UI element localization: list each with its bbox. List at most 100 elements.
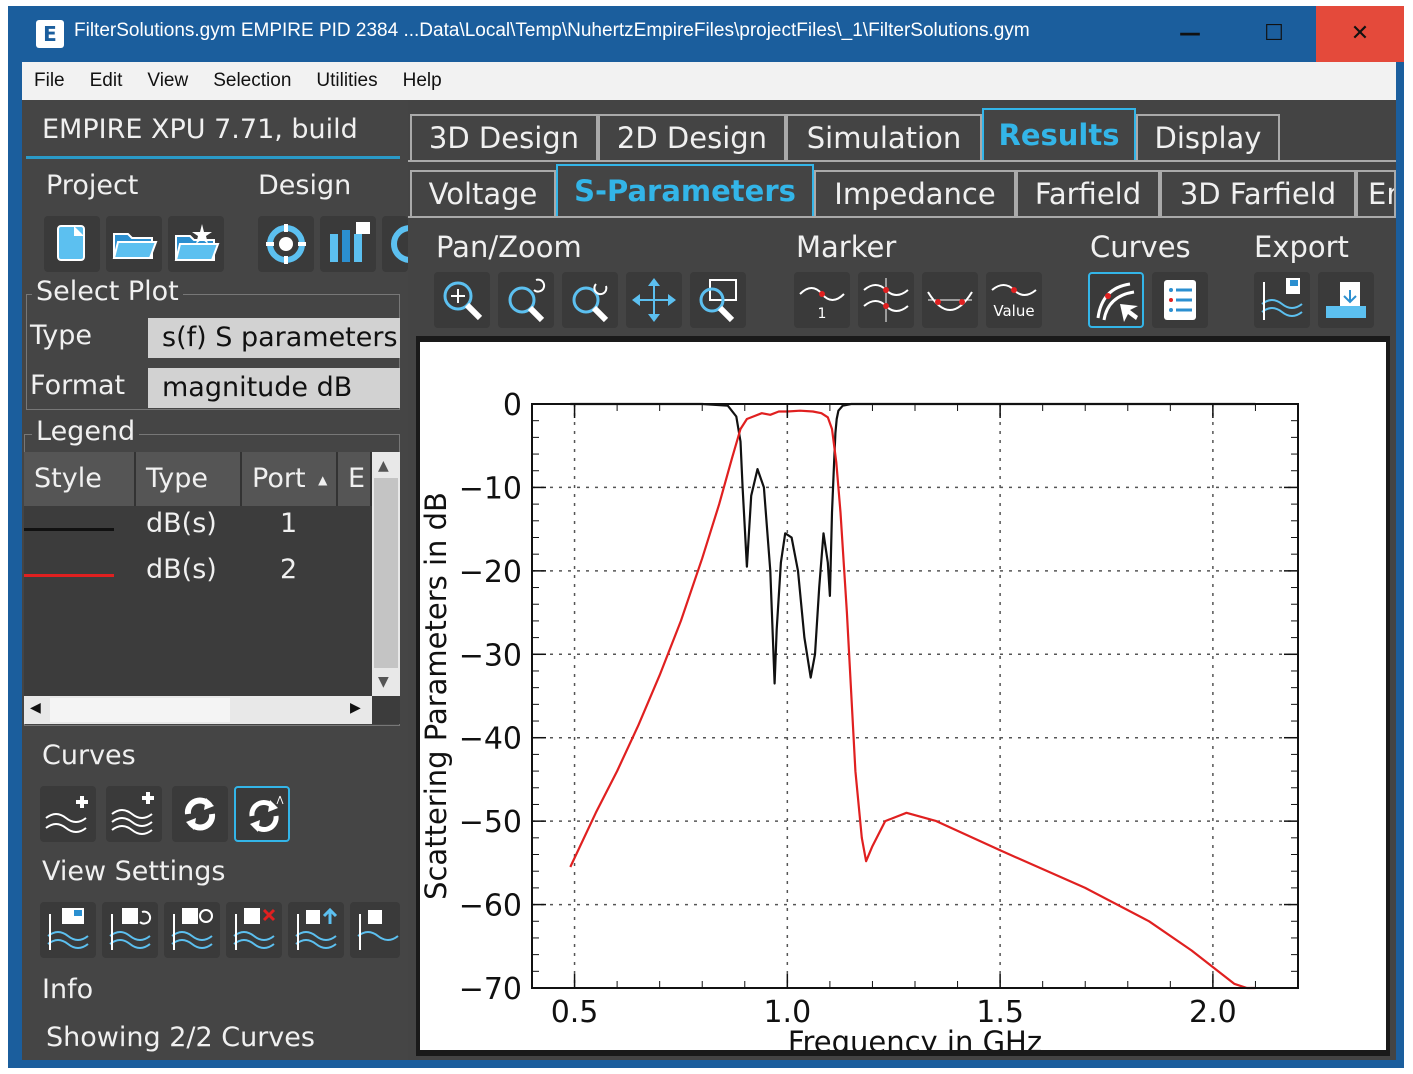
pan-icon[interactable]: [626, 272, 682, 328]
legend-style-line-1: [24, 528, 114, 531]
tab-more[interactable]: En: [1356, 170, 1396, 216]
add-multiple-curves-icon[interactable]: [106, 786, 162, 842]
marker-one-text: 1: [818, 306, 827, 322]
tab-divider: [408, 160, 1396, 162]
type-select[interactable]: s(f) S parameters: [148, 318, 400, 358]
tab-2d-design[interactable]: 2D Design: [598, 114, 786, 160]
application-window: E FilterSolutions.gym EMPIRE PID 2384 ..…: [8, 6, 1404, 1068]
add-curve-icon[interactable]: [40, 786, 96, 842]
view-settings-sync-icon[interactable]: [164, 902, 220, 958]
marker-value-text: Value: [993, 302, 1034, 320]
zoom-reset-icon[interactable]: [562, 272, 618, 328]
new-project-icon[interactable]: [44, 216, 100, 272]
zoom-window-icon[interactable]: [690, 272, 746, 328]
design-more-icon[interactable]: [382, 216, 408, 272]
legend-label: Legend: [32, 416, 140, 447]
y-tick-label: −10: [459, 471, 522, 506]
auto-refresh-icon[interactable]: [234, 786, 290, 842]
plot-border: [531, 403, 1299, 989]
sort-arrow-icon: ▲: [318, 472, 328, 487]
legend-header-style[interactable]: Style: [24, 452, 136, 506]
scroll-down-icon[interactable]: ▼: [378, 674, 389, 690]
menu-selection[interactable]: Selection: [213, 70, 291, 92]
s-parameter-chart[interactable]: 0.5 1.0 1.5 2.00−10−20−30−40−50−60−70Freque…: [420, 342, 1386, 1050]
y-tick-label: −40: [459, 722, 522, 757]
open-project-icon[interactable]: [106, 216, 162, 272]
menu-utilities[interactable]: Utilities: [316, 70, 377, 92]
scroll-thumb[interactable]: [374, 478, 398, 668]
legend-vertical-scrollbar[interactable]: ▲ ▼: [372, 452, 400, 696]
marker-label: Marker: [796, 230, 897, 264]
zoom-in-icon[interactable]: [434, 272, 490, 328]
design-components-icon[interactable]: [320, 216, 376, 272]
curve-select-icon[interactable]: [1088, 272, 1144, 328]
marker-single-icon[interactable]: 1: [794, 272, 850, 328]
tab-3d-design[interactable]: 3D Design: [410, 114, 598, 160]
legend-table: Style Type Port ▲ E dB(s) 1 dB(s) 2 ▲ ▼ …: [24, 452, 400, 724]
legend-row-2-port: 2: [280, 554, 298, 585]
format-select[interactable]: magnitude dB: [148, 368, 400, 408]
legend-header-e[interactable]: E: [338, 452, 372, 506]
right-panel: 3D Design 2D Design Simulation Results D…: [408, 100, 1396, 1060]
view-settings-more-icon[interactable]: [350, 902, 400, 958]
zoom-fit-icon[interactable]: [498, 272, 554, 328]
curve-list-icon[interactable]: [1152, 272, 1208, 328]
left-panel: EMPIRE XPU 7.71, build Project Design Se…: [22, 100, 408, 1060]
export-image-icon[interactable]: [1318, 272, 1374, 328]
legend-header-port[interactable]: Port ▲: [242, 452, 338, 506]
refresh-curves-icon[interactable]: [172, 786, 228, 842]
x-tick-label: 0.5: [551, 995, 599, 1030]
marker-value-icon[interactable]: Value: [986, 272, 1042, 328]
legend-horizontal-scrollbar[interactable]: ◀ ▶: [24, 696, 372, 724]
curves-label: Curves: [42, 740, 136, 771]
y-axis-label: Scattering Parameters in dB: [420, 492, 453, 900]
y-tick-label: −70: [459, 972, 522, 1007]
tab-farfield[interactable]: Farfield: [1016, 170, 1160, 216]
window-title: FilterSolutions.gym EMPIRE PID 2384 ...D…: [74, 20, 1030, 41]
y-tick-label: −50: [459, 805, 522, 840]
toolbar-curves-label: Curves: [1090, 230, 1191, 264]
minimize-button[interactable]: —: [1148, 6, 1232, 62]
view-settings-label: View Settings: [42, 856, 226, 887]
menu-file[interactable]: File: [34, 70, 65, 92]
tab-simulation[interactable]: Simulation: [786, 114, 982, 160]
legend-style-line-2: [24, 574, 114, 577]
series-line-2: [569, 409, 1256, 990]
menu-view[interactable]: View: [147, 70, 188, 92]
scroll-thumb[interactable]: [50, 698, 230, 722]
y-tick-label: −30: [459, 638, 522, 673]
design-wizard-icon[interactable]: [258, 216, 314, 272]
view-settings-export-icon[interactable]: [288, 902, 344, 958]
close-button[interactable]: ✕: [1316, 6, 1404, 62]
view-settings-delete-icon[interactable]: [226, 902, 282, 958]
maximize-button[interactable]: ☐: [1232, 6, 1316, 62]
marker-multi-icon[interactable]: [858, 272, 914, 328]
scroll-right-icon[interactable]: ▶: [350, 700, 361, 716]
export-data-icon[interactable]: [1254, 272, 1310, 328]
tab-s-parameters[interactable]: S-Parameters: [556, 164, 814, 216]
menu-help[interactable]: Help: [403, 70, 442, 92]
legend-header-port-label: Port: [252, 463, 306, 494]
menu-bar: File Edit View Selection Utilities Help: [22, 62, 1396, 100]
view-settings-save-icon[interactable]: [40, 902, 96, 958]
title-bar: E FilterSolutions.gym EMPIRE PID 2384 ..…: [8, 6, 1404, 62]
x-axis-label: Frequency in GHz: [788, 1025, 1042, 1050]
scroll-up-icon[interactable]: ▲: [378, 458, 389, 474]
plot-area[interactable]: 0.5 1.0 1.5 2.0 0 −10 −20 −30 −40 −50 −60 −70 Freque…: [420, 342, 1386, 1050]
view-settings-reload-icon[interactable]: [102, 902, 158, 958]
tab-results[interactable]: Results: [982, 108, 1136, 160]
tab-display[interactable]: Display: [1136, 114, 1280, 160]
open-recent-icon[interactable]: [168, 216, 224, 272]
scroll-left-icon[interactable]: ◀: [30, 700, 41, 716]
type-label: Type: [30, 320, 93, 351]
divider: [26, 156, 400, 159]
project-label: Project: [46, 170, 139, 201]
marker-minmax-icon[interactable]: [922, 272, 978, 328]
tab-3d-farfield[interactable]: 3D Farfield: [1160, 170, 1356, 216]
legend-header-type[interactable]: Type: [136, 452, 242, 506]
menu-edit[interactable]: Edit: [90, 70, 123, 92]
tab-impedance[interactable]: Impedance: [814, 170, 1016, 216]
tab-voltage[interactable]: Voltage: [410, 170, 556, 216]
main-area: EMPIRE XPU 7.71, build Project Design Se…: [22, 100, 1396, 1060]
panzoom-label: Pan/Zoom: [436, 230, 582, 264]
